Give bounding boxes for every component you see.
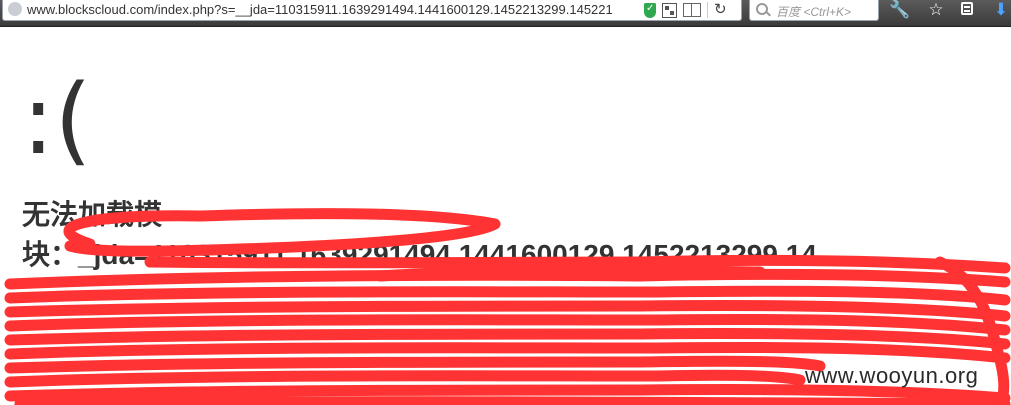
scribble-stroke xyxy=(4,369,806,388)
scribble-stroke xyxy=(4,299,1011,322)
scribble-stroke xyxy=(14,396,1011,405)
error-detail-line: 块：_jda=110315911.1639291494.1441600129.1… xyxy=(22,239,817,270)
separator xyxy=(707,2,708,18)
shield-icon[interactable] xyxy=(644,2,656,18)
download-icon[interactable]: ⬇ xyxy=(990,0,1011,20)
scribble-stroke xyxy=(4,341,1011,364)
watermark: www.wooyun.org xyxy=(805,363,979,388)
sad-face: :( xyxy=(22,64,92,176)
wrench-icon[interactable]: 🔧 xyxy=(889,0,911,20)
scribble-stroke xyxy=(4,313,1011,336)
refresh-icon[interactable]: ↻ xyxy=(714,2,727,18)
search-placeholder: 百度 <Ctrl+K> xyxy=(776,5,852,19)
browser-toolbar: www.blockscloud.com/index.php?s=__jda=11… xyxy=(0,0,1011,27)
url-text[interactable]: www.blockscloud.com/index.php?s=__jda=11… xyxy=(27,2,647,17)
search-box[interactable]: 百度 <Ctrl+K> xyxy=(749,0,879,21)
search-icon xyxy=(756,3,768,15)
scribble-stroke xyxy=(4,285,1011,306)
address-bar[interactable]: www.blockscloud.com/index.php?s=__jda=11… xyxy=(2,0,742,21)
scribble-stroke xyxy=(4,327,1011,350)
address-bar-icons: ↻ xyxy=(644,2,727,18)
menu-icon[interactable] xyxy=(956,0,978,20)
error-title: 无法加载模 xyxy=(22,199,163,230)
qr-icon[interactable] xyxy=(662,2,677,18)
star-icon[interactable]: ☆ xyxy=(925,0,947,20)
error-detail: 块：_jda=110315911.1639291494.1441600129.1… xyxy=(22,236,1011,274)
scribble-stroke xyxy=(4,355,826,374)
reader-icon[interactable] xyxy=(683,3,701,17)
scribble-stroke xyxy=(4,383,1011,404)
globe-icon xyxy=(8,2,22,16)
scribble-stroke xyxy=(4,268,1011,290)
